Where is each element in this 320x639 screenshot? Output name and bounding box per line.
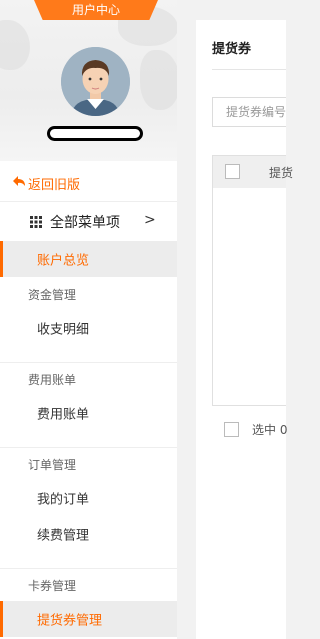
sidebar-item-label: 续费管理	[37, 528, 90, 544]
user-center-tab: 用户中心	[34, 0, 158, 20]
column-header: 提货	[269, 166, 294, 180]
section-title-coupons: 卡券管理	[28, 579, 77, 593]
chevron-right-icon: >	[144, 212, 156, 228]
sidebar-item-label: 费用账单	[37, 407, 90, 423]
page-title: 提货券	[212, 42, 252, 57]
username-redacted	[47, 126, 143, 141]
sidebar-item-label: 提货券管理	[37, 613, 103, 629]
divider	[0, 568, 177, 569]
select-all-checkbox[interactable]	[225, 164, 240, 179]
sidebar-item-account-overview[interactable]: 账户总览	[0, 241, 177, 277]
sidebar-item-renewal[interactable]: 续费管理	[0, 516, 177, 552]
sidebar-item-label: 收支明细	[37, 322, 90, 338]
footer-select-checkbox[interactable]	[224, 422, 239, 437]
sidebar-item-bills[interactable]: 费用账单	[0, 395, 177, 431]
divider	[212, 69, 286, 70]
voucher-number-input[interactable]: 提货券编号	[212, 97, 286, 127]
section-title-orders: 订单管理	[28, 458, 77, 472]
main-panel: 提货券 提货券编号 提货 选中 0	[196, 20, 293, 639]
voucher-table: 提货	[212, 155, 293, 406]
back-arrow-icon[interactable]	[12, 175, 26, 187]
sidebar-item-my-orders[interactable]: 我的订单	[0, 480, 177, 516]
divider	[0, 447, 177, 448]
sidebar-item-label: 我的订单	[37, 492, 90, 508]
grid-icon	[30, 216, 42, 228]
section-title-billing: 费用账单	[28, 373, 77, 387]
divider	[0, 362, 177, 363]
sidebar-item-label: 账户总览	[37, 253, 90, 269]
avatar[interactable]	[61, 47, 130, 116]
all-menu-label: 全部菜单项	[50, 215, 120, 231]
all-menu-button[interactable]: 全部菜单项 >	[0, 201, 177, 241]
selected-count: 选中 0	[252, 423, 288, 437]
back-to-old-version-link[interactable]: 返回旧版	[28, 174, 80, 193]
sidebar-item-voucher-management[interactable]: 提货券管理	[0, 601, 177, 637]
sidebar-item-income-expense[interactable]: 收支明细	[0, 310, 177, 346]
table-header: 提货	[213, 156, 293, 188]
section-title-funds: 资金管理	[28, 288, 77, 302]
profile-header: 用户中心	[0, 0, 177, 161]
sidebar: 用户中心 返回旧版 全部菜单项 > 账户总览 资金管理 收支明细 费用账单 费用…	[0, 0, 177, 639]
